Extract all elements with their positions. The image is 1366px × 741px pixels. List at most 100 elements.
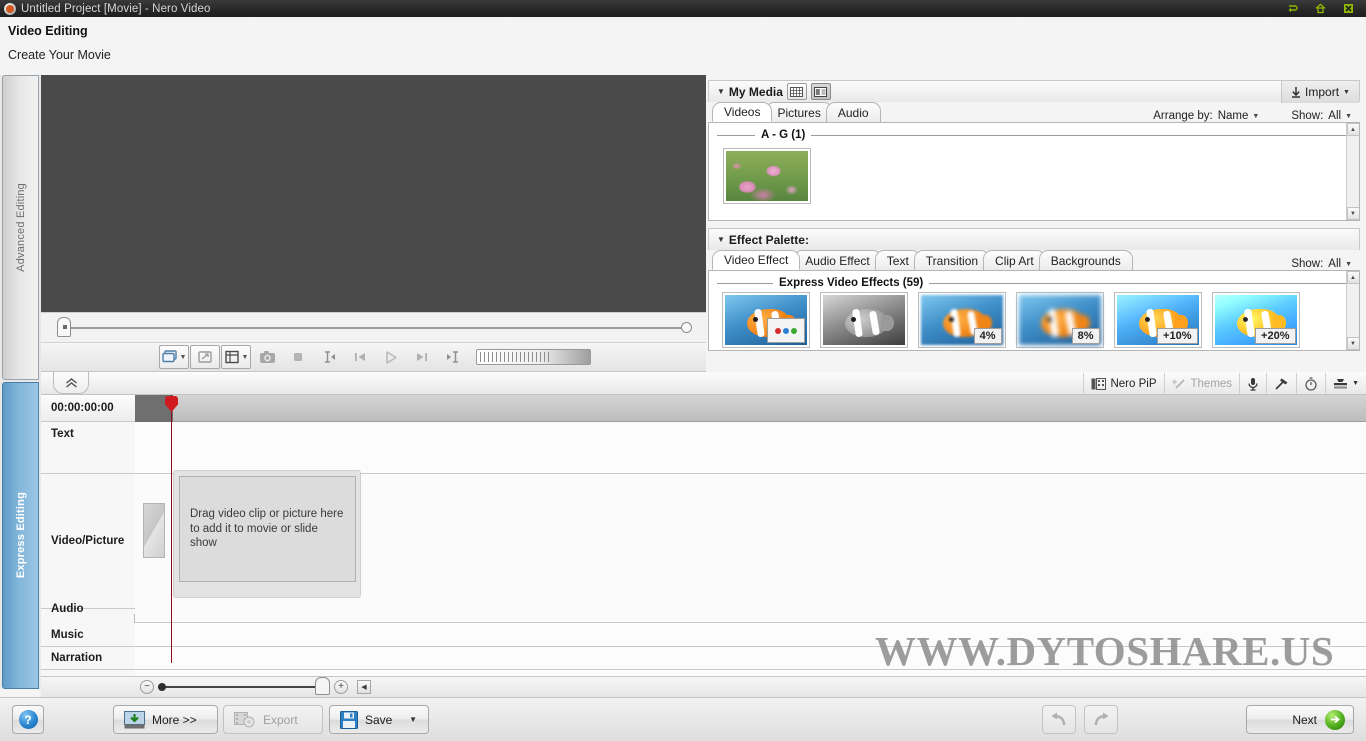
track-header-narration[interactable]: Narration [41, 647, 135, 670]
effect-thumbnail[interactable] [721, 292, 810, 348]
tab-advanced-editing[interactable]: Advanced Editing [2, 75, 39, 380]
triangle-down-icon[interactable]: ▼ [717, 87, 725, 96]
effect-show-dropdown[interactable]: All ▼ [1328, 258, 1352, 270]
range-end-icon[interactable] [681, 322, 692, 333]
tab-audio[interactable]: Audio [825, 102, 881, 122]
zoom-in-button[interactable]: + [334, 680, 348, 694]
arrange-by-dropdown[interactable]: Name ▼ [1218, 110, 1260, 122]
preview-scrubber[interactable] [41, 312, 706, 342]
scroll-up-icon[interactable]: ▲ [1346, 271, 1359, 284]
media-scrollbar[interactable]: ▲ ▼ [1346, 123, 1359, 220]
track-header-video-picture[interactable]: Video/Picture [41, 474, 135, 609]
track-header-text[interactable]: Text [41, 422, 135, 474]
chevron-down-icon[interactable]: ▼ [409, 715, 417, 724]
timeline-ruler[interactable] [135, 395, 1366, 422]
zoom-slider-handle[interactable] [158, 683, 166, 691]
video-dropzone[interactable]: Drag video clip or picture here to add i… [179, 476, 356, 582]
effect-palette-tabs: Video Effect Audio Effect Text Transitio… [708, 250, 1360, 271]
themes-button[interactable]: Themes [1163, 373, 1240, 394]
effect-thumbnail[interactable]: 8% [1015, 292, 1104, 348]
effect-thumbnail[interactable] [819, 292, 908, 348]
play-button[interactable] [376, 345, 406, 369]
scroll-down-icon[interactable]: ▼ [1346, 207, 1359, 220]
divider [717, 282, 773, 284]
more-button[interactable]: More >> [113, 705, 218, 734]
track-lane-text[interactable] [135, 422, 1366, 474]
tab-video-effect[interactable]: Video Effect [712, 250, 801, 270]
timeline-tools: Nero PiP Themes ▼ [1083, 372, 1366, 395]
export-button[interactable]: Export [223, 705, 323, 734]
effect-item[interactable]: Auto Exposure [718, 292, 813, 350]
effect-item[interactable]: +20% Brightness +2 [1208, 292, 1303, 350]
detail-view-button[interactable] [810, 83, 831, 100]
undo-arrow-icon [1051, 712, 1066, 725]
tab-transition[interactable]: Transition [913, 250, 991, 270]
tools-button[interactable] [1266, 373, 1296, 394]
collapse-preview-button[interactable] [53, 372, 89, 394]
effect-thumbnail[interactable]: +20% [1211, 292, 1300, 348]
tab-clip-art[interactable]: Clip Art [983, 250, 1046, 270]
playhead-handle-icon[interactable] [57, 317, 71, 337]
display-mode-button[interactable]: ▼ [159, 345, 189, 369]
effect-item[interactable]: Black and White [816, 292, 911, 350]
snapshot-button[interactable] [252, 345, 282, 369]
help-label: ? [24, 712, 32, 727]
restore-button[interactable] [1306, 0, 1334, 17]
nero-pip-button[interactable]: Nero PiP [1083, 373, 1163, 394]
stop-button[interactable] [283, 345, 313, 369]
fullscreen-button[interactable] [190, 345, 220, 369]
record-narration-button[interactable] [1239, 373, 1266, 394]
help-button[interactable]: ? [12, 705, 44, 734]
tab-express-editing[interactable]: Express Editing [2, 382, 39, 689]
zoom-out-button[interactable]: − [140, 680, 154, 694]
triangle-down-icon[interactable]: ▼ [717, 235, 725, 244]
next-frame-button[interactable] [407, 345, 437, 369]
chevron-down-icon: ▼ [179, 353, 187, 361]
effect-item[interactable]: 8% Blur 8% [1012, 292, 1107, 350]
scroll-left-icon[interactable]: ◀ [357, 680, 371, 694]
floppy-disk-icon [340, 710, 358, 729]
track-layout-icon [1334, 378, 1348, 389]
next-button[interactable]: Next [1246, 705, 1354, 734]
grid-view-button[interactable] [786, 83, 807, 100]
show-dropdown[interactable]: All ▼ [1328, 110, 1352, 122]
tab-audio-effect[interactable]: Audio Effect [793, 250, 882, 270]
import-button[interactable]: Import ▼ [1281, 81, 1359, 103]
effect-scrollbar[interactable]: ▲ ▼ [1346, 271, 1359, 350]
mark-out-button[interactable] [438, 345, 468, 369]
previous-frame-button[interactable] [345, 345, 375, 369]
close-button[interactable] [1334, 0, 1362, 17]
timecode-value: 00:00:00:00 [51, 402, 114, 414]
scroll-up-icon[interactable]: ▲ [1346, 123, 1359, 136]
tab-backgrounds[interactable]: Backgrounds [1038, 250, 1133, 270]
save-button[interactable]: Save ▼ [329, 705, 429, 734]
undo-button[interactable] [1042, 705, 1076, 734]
zoom-fit-marker[interactable] [315, 677, 330, 695]
effect-item[interactable]: 4% Blur 4% [914, 292, 1009, 350]
clip-drop-edge[interactable] [143, 503, 165, 558]
scrubber-track[interactable] [68, 327, 688, 329]
scroll-down-icon[interactable]: ▼ [1346, 337, 1359, 350]
tab-pictures[interactable]: Pictures [765, 102, 833, 122]
minimize-button[interactable] [1278, 0, 1306, 17]
preview-screen[interactable] [41, 75, 706, 312]
duration-button[interactable] [1296, 373, 1325, 394]
volume-meter[interactable] [476, 349, 591, 365]
tab-videos[interactable]: Videos [712, 102, 773, 122]
green-arrow-right-icon [1325, 709, 1345, 730]
mark-in-button[interactable] [314, 345, 344, 369]
view-layout-button[interactable]: ▼ [221, 345, 251, 369]
media-thumbnail-flowers[interactable] [723, 148, 811, 204]
mode-tabs: Advanced Editing Express Editing [0, 75, 41, 689]
zoom-slider[interactable] [158, 677, 330, 695]
effect-thumbnail[interactable]: +10% [1113, 292, 1202, 348]
redo-button[interactable] [1084, 705, 1118, 734]
save-label: Save [365, 712, 393, 727]
track-layout-button[interactable]: ▼ [1325, 373, 1366, 394]
effect-item[interactable]: +10% Brightness +1 [1110, 292, 1205, 350]
tab-pictures-label: Pictures [777, 105, 821, 120]
effect-thumbnail[interactable]: 4% [917, 292, 1006, 348]
track-header-audio[interactable]: Audio [41, 595, 135, 623]
effect-label: Auto Exposure [718, 349, 813, 350]
track-header-music[interactable]: Music [41, 623, 135, 647]
